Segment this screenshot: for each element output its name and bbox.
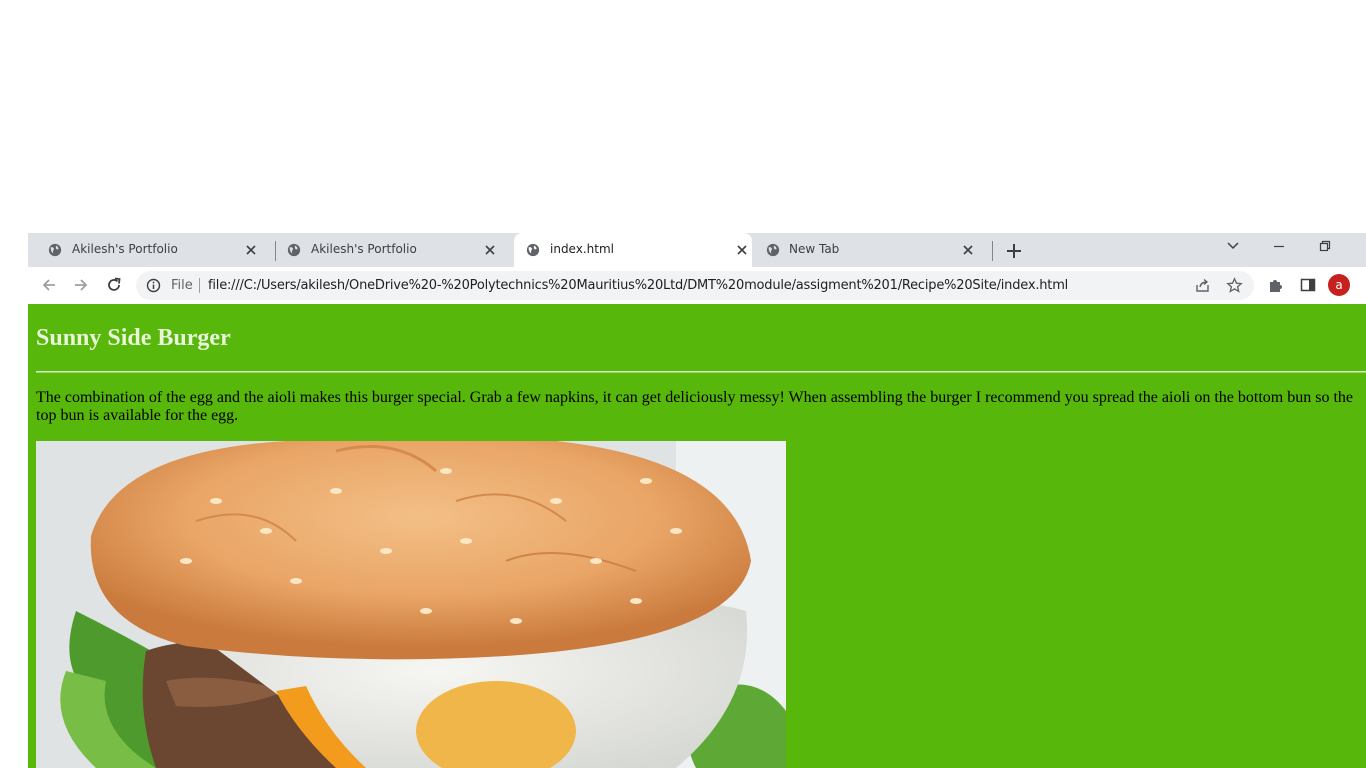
restore-icon[interactable] — [1318, 239, 1332, 253]
tab-separator — [992, 241, 993, 261]
star-icon[interactable] — [1226, 277, 1243, 294]
globe-icon — [287, 243, 301, 257]
avatar[interactable]: a — [1328, 274, 1350, 296]
tab-title: index.html — [550, 242, 614, 256]
reload-icon[interactable] — [105, 276, 123, 294]
globe-icon — [526, 243, 540, 257]
tab-strip: Akilesh's Portfolio Akilesh's Portfolio … — [28, 233, 1366, 267]
tab-akilesh-portfolio-1[interactable]: Akilesh's Portfolio — [28, 233, 268, 267]
close-icon[interactable] — [483, 243, 497, 257]
close-icon[interactable] — [244, 243, 258, 257]
burger-image — [36, 441, 786, 768]
arrow-left-icon[interactable] — [40, 276, 58, 294]
tab-title: Akilesh's Portfolio — [311, 242, 417, 256]
scheme-label: File — [171, 278, 193, 293]
arrow-right-icon[interactable] — [72, 276, 90, 294]
recipe-description: The combination of the egg and the aioli… — [36, 389, 1353, 424]
browser-toolbar: File file:///C:/Users/akilesh/OneDrive%2… — [28, 267, 1366, 304]
address-bar[interactable]: File file:///C:/Users/akilesh/OneDrive%2… — [136, 271, 1254, 300]
puzzle-icon[interactable] — [1267, 276, 1285, 294]
side-panel-icon[interactable] — [1299, 276, 1317, 294]
globe-icon — [48, 243, 62, 257]
close-icon[interactable] — [735, 243, 749, 257]
tab-index-html[interactable]: index.html — [514, 233, 752, 267]
divider — [36, 371, 1366, 373]
omnibox-divider — [199, 278, 200, 293]
burger-illustration — [36, 441, 786, 768]
url-text[interactable]: file:///C:/Users/akilesh/OneDrive%20-%20… — [208, 278, 1068, 293]
tab-akilesh-portfolio-2[interactable]: Akilesh's Portfolio — [267, 233, 507, 267]
tab-title: New Tab — [789, 242, 840, 256]
tab-title: Akilesh's Portfolio — [72, 242, 178, 256]
page-content: Sunny Side Burger The combination of the… — [28, 304, 1366, 768]
info-icon[interactable] — [146, 278, 161, 293]
chevron-down-icon[interactable] — [1226, 239, 1240, 253]
page-title: Sunny Side Burger — [36, 325, 231, 351]
plus-icon[interactable] — [1003, 240, 1025, 262]
tab-new-tab[interactable]: New Tab — [752, 233, 992, 267]
share-icon[interactable] — [1194, 277, 1211, 294]
minimize-icon[interactable] — [1272, 239, 1286, 253]
globe-icon — [766, 243, 780, 257]
close-icon[interactable] — [961, 243, 975, 257]
browser-window: Akilesh's Portfolio Akilesh's Portfolio … — [28, 233, 1366, 768]
